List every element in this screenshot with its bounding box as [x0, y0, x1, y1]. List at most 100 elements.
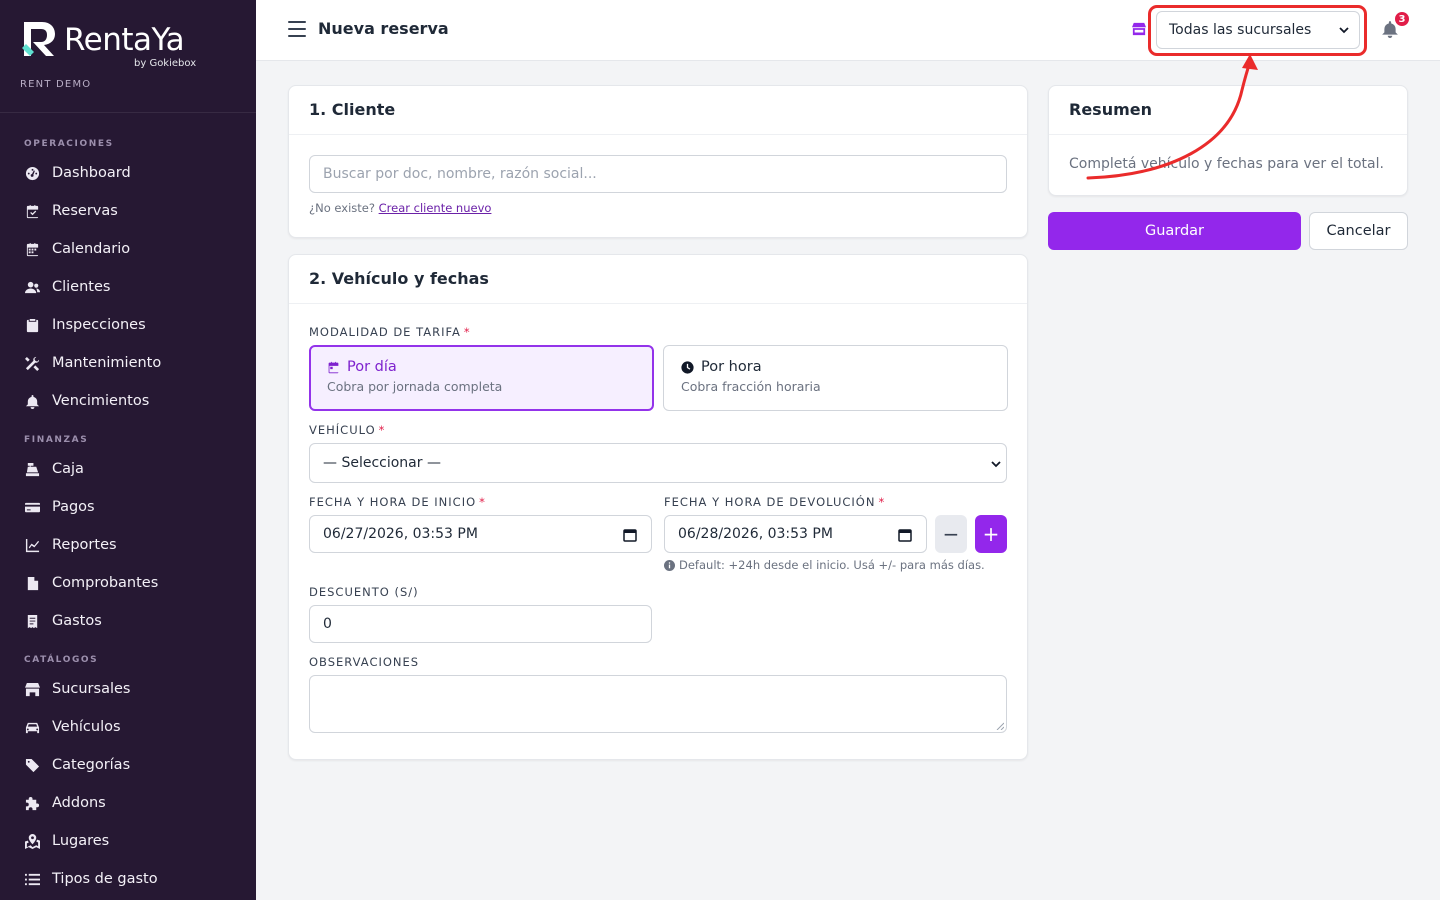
rate-option-per-day[interactable]: Por día Cobra por jornada completa [309, 345, 654, 411]
sidebar-item-categorias[interactable]: Categorías [0, 746, 256, 784]
return-hint-text: Default: +24h desde el inicio. Usá +/- p… [679, 558, 985, 572]
start-date-label-text: FECHA Y HORA DE INICIO [309, 495, 477, 509]
client-missing-text: ¿No existe? [309, 201, 375, 215]
page-title: Nueva reserva [318, 19, 449, 38]
sidebar-item-label: Vencimientos [52, 393, 150, 409]
sidebar-item-label: Inspecciones [52, 317, 146, 333]
required-mark: * [463, 325, 471, 339]
sidebar-item-gastos[interactable]: Gastos [0, 602, 256, 640]
sidebar-item-label: Comprobantes [52, 575, 159, 591]
tags-icon [24, 757, 40, 773]
client-missing-row: ¿No existe? Crear cliente nuevo [309, 201, 491, 215]
sidebar-item-reportes[interactable]: Reportes [0, 526, 256, 564]
brand-byline: by Gokiebox [134, 58, 197, 69]
sidebar-item-vehiculos[interactable]: Vehículos [0, 708, 256, 746]
required-mark: * [479, 495, 486, 509]
sidebar-item-caja[interactable]: Caja [0, 450, 256, 488]
return-datetime-input[interactable]: 06/28/2026, 03:53 PM [664, 515, 927, 553]
annotation-highlight-box [1148, 5, 1367, 56]
sidebar-item-lugares[interactable]: Lugares [0, 822, 256, 860]
sidebar-item-inspecciones[interactable]: Inspecciones [0, 306, 256, 344]
sidebar-item-label: Tipos de gasto [52, 871, 158, 887]
info-circle-icon [664, 559, 675, 571]
resize-handle-icon[interactable] [996, 722, 1004, 730]
sidebar-item-calendario[interactable]: Calendario [0, 230, 256, 268]
rate-option-title: Por día [347, 359, 397, 375]
menu-toggle-icon[interactable] [288, 21, 306, 37]
required-mark: * [878, 495, 886, 509]
rate-option-title: Por hora [701, 359, 762, 375]
save-button[interactable]: Guardar [1048, 212, 1301, 250]
vehicle-label-text: VEHÍCULO [309, 423, 376, 437]
rate-option-per-hour[interactable]: Por hora Cobra fracción horaria [663, 345, 1008, 411]
chevron-down-icon [991, 461, 1001, 468]
start-date-label: FECHA Y HORA DE INICIO * [309, 495, 486, 509]
sidebar-item-addons[interactable]: Addons [0, 784, 256, 822]
start-datetime-value: 06/27/2026, 03:53 PM [323, 526, 478, 542]
calendar-picker-icon[interactable] [623, 528, 637, 542]
vehicle-label: VEHÍCULO * [309, 423, 385, 437]
puzzle-icon [24, 795, 40, 811]
nav-section-operaciones: OPERACIONES [24, 139, 114, 149]
rate-mode-label: MODALIDAD DE TARIFA * [309, 325, 471, 339]
sidebar-item-tipos-de-gasto[interactable]: Tipos de gasto [0, 860, 256, 898]
sidebar-item-vencimientos[interactable]: Vencimientos [0, 382, 256, 420]
sidebar-item-label: Gastos [52, 613, 102, 629]
sidebar-item-label: Categorías [52, 757, 131, 773]
create-client-link[interactable]: Crear cliente nuevo [379, 201, 492, 215]
brand[interactable]: RentaYa by Gokiebox RENT DEMO [0, 0, 256, 113]
return-date-label-text: FECHA Y HORA DE DEVOLUCIÓN [664, 495, 876, 509]
rate-mode-label-text: MODALIDAD DE TARIFA [309, 325, 461, 339]
summary-text: Completá vehículo y fechas para ver el t… [1069, 156, 1384, 172]
cancel-button[interactable]: Cancelar [1309, 212, 1408, 250]
clock-icon [681, 360, 694, 374]
client-search-input[interactable]: Buscar por doc, nombre, razón social... [309, 155, 1007, 193]
sidebar-item-label: Dashboard [52, 165, 131, 181]
nav-section-catalogos: CATÁLOGOS [24, 655, 99, 665]
sidebar-item-reservas[interactable]: Reservas [0, 192, 256, 230]
discount-input[interactable]: 0 [309, 605, 652, 643]
discount-label: DESCUENTO (S/) [309, 585, 419, 599]
decrease-day-button[interactable]: − [935, 515, 967, 553]
tools-icon [24, 355, 40, 371]
sidebar-item-clientes[interactable]: Clientes [0, 268, 256, 306]
sidebar-item-label: Clientes [52, 279, 111, 295]
sidebar-item-label: Caja [52, 461, 84, 477]
sidebar-item-mantenimiento[interactable]: Mantenimiento [0, 344, 256, 382]
sidebar-item-label: Lugares [52, 833, 110, 849]
return-datetime-value: 06/28/2026, 03:53 PM [678, 526, 833, 542]
credit-card-icon [24, 499, 40, 515]
calendar-picker-icon[interactable] [898, 528, 912, 542]
vehicle-select-value: — Seleccionar — [323, 455, 441, 471]
vehicle-card: 2. Vehículo y fechas MODALIDAD DE TARIFA… [288, 254, 1028, 760]
sidebar-item-label: Calendario [52, 241, 131, 257]
sidebar-item-label: Reservas [52, 203, 118, 219]
nav-section-finanzas: FINANZAS [24, 435, 89, 445]
store-icon [24, 681, 40, 697]
invoice-icon [24, 575, 40, 591]
tenant-name: RENT DEMO [20, 79, 92, 90]
sidebar-item-comprobantes[interactable]: Comprobantes [0, 564, 256, 602]
start-datetime-input[interactable]: 06/27/2026, 03:53 PM [309, 515, 652, 553]
sidebar-item-sucursales[interactable]: Sucursales [0, 670, 256, 708]
map-marked-icon [24, 833, 40, 849]
bell-icon [24, 393, 40, 409]
sidebar-item-label: Pagos [52, 499, 95, 515]
sidebar-item-label: Reportes [52, 537, 117, 553]
notes-textarea[interactable] [309, 675, 1007, 733]
increase-day-button[interactable]: + [975, 515, 1007, 553]
sidebar-item-label: Mantenimiento [52, 355, 162, 371]
sidebar-item-label: Addons [52, 795, 106, 811]
receipt-icon [24, 613, 40, 629]
sidebar-item-label: Vehículos [52, 719, 121, 735]
sidebar-item-dashboard[interactable]: Dashboard [0, 154, 256, 192]
sidebar-item-pagos[interactable]: Pagos [0, 488, 256, 526]
calendar-icon [328, 361, 339, 373]
return-date-label: FECHA Y HORA DE DEVOLUCIÓN * [664, 495, 885, 509]
calendar-check-icon [24, 203, 40, 219]
summary-card: Resumen Completá vehículo y fechas para … [1048, 85, 1408, 196]
rentaya-logo-icon [22, 22, 55, 56]
car-icon [24, 719, 40, 735]
vehicle-select[interactable]: — Seleccionar — [309, 443, 1007, 483]
store-icon [1132, 22, 1146, 36]
